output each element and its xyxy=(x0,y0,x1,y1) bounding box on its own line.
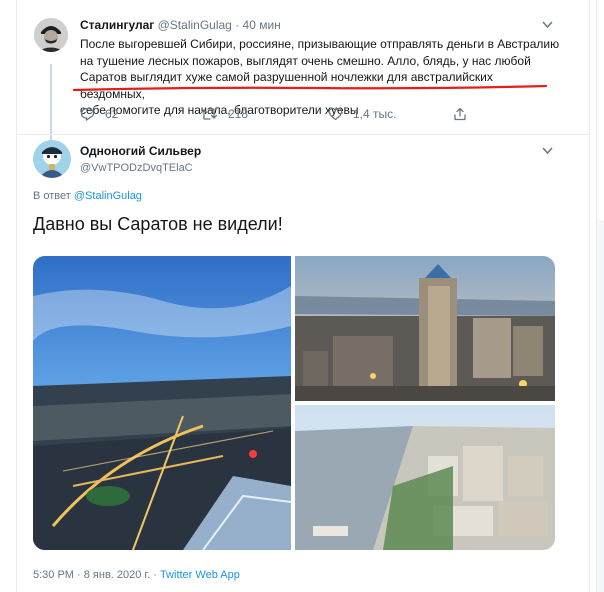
share-icon xyxy=(454,107,466,121)
media-grid xyxy=(33,256,555,550)
like-count: 1,4 тыс. xyxy=(353,107,397,121)
footer-separator: · xyxy=(150,569,160,581)
reply-prefix: В ответ xyxy=(33,190,71,202)
parent-tweet-header: Сталингулаг @StalinGulag · 40 мин xyxy=(80,18,281,32)
reply-icon xyxy=(80,107,95,121)
tweet-footer: 5:30 PM · 8 янв. 2020 г. · Twitter Web A… xyxy=(33,569,240,581)
parent-text-line: После выгоревшей Сибири, россияне, призы… xyxy=(80,37,560,51)
like-action[interactable]: 1,4 тыс. xyxy=(328,107,396,121)
tweet-timestamp[interactable]: 5:30 PM · 8 янв. 2020 г. xyxy=(33,569,150,581)
sidebar-edge xyxy=(596,0,604,592)
parent-action-bar: 62 218 1,4 тыс. xyxy=(80,107,480,123)
retweet-action[interactable]: 218 xyxy=(200,107,248,121)
parent-time[interactable]: 40 мин xyxy=(243,18,281,32)
caret-down-icon[interactable] xyxy=(542,146,553,158)
main-avatar[interactable] xyxy=(33,140,71,178)
retweet-icon xyxy=(200,108,218,120)
main-tweet-text: Давно вы Саратов не видели! xyxy=(33,214,283,234)
parent-avatar[interactable] xyxy=(34,18,68,52)
parent-text-line: на тушение лесных пожаров, выглядят очен… xyxy=(80,53,531,68)
caret-down-icon[interactable] xyxy=(542,20,553,32)
tweet-source[interactable]: Twitter Web App xyxy=(160,569,240,581)
main-handle[interactable]: @VwTPODzDvqTElaC xyxy=(80,162,193,174)
media-photo-riverside[interactable] xyxy=(295,405,555,550)
parent-handle[interactable]: @StalinGulag xyxy=(158,18,232,32)
media-photo-panorama[interactable] xyxy=(33,256,292,550)
share-action[interactable] xyxy=(453,107,467,121)
retweet-count: 218 xyxy=(228,107,249,121)
tweet-divider xyxy=(17,134,590,135)
reply-to-line: В ответ @StalinGulag xyxy=(33,190,142,202)
reply-count: 62 xyxy=(105,107,119,121)
parent-separator: · xyxy=(235,18,240,32)
media-photo-tower[interactable] xyxy=(295,256,555,401)
reply-action[interactable]: 62 xyxy=(80,107,118,121)
like-icon xyxy=(328,107,343,121)
thread-line xyxy=(50,64,52,140)
red-underline-annotation xyxy=(72,84,548,92)
main-display-name[interactable]: Одноногий Сильвер xyxy=(80,144,201,158)
reply-to-link[interactable]: @StalinGulag xyxy=(74,190,142,202)
parent-display-name[interactable]: Сталингулаг xyxy=(80,18,154,32)
